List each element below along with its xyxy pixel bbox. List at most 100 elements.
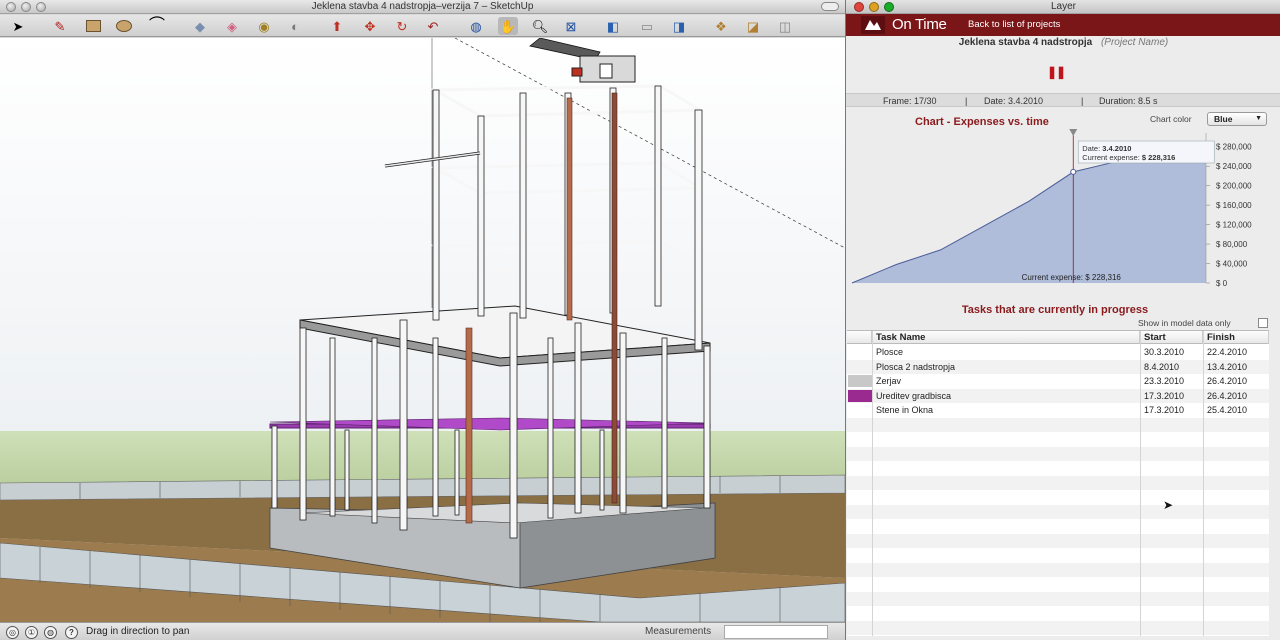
components-icon[interactable]: ❖	[711, 17, 731, 35]
table-row[interactable]	[847, 519, 1269, 534]
table-row[interactable]	[847, 620, 1269, 635]
move-tool-icon[interactable]: ✥	[360, 17, 380, 35]
task-name-cell: Stene in Okna	[876, 405, 934, 415]
task-color-swatch	[848, 404, 872, 416]
table-row[interactable]	[847, 591, 1269, 606]
zoom-extents-tool-icon[interactable]: ⊠	[561, 17, 581, 35]
current-point	[1070, 168, 1077, 175]
column-divider	[872, 331, 873, 636]
color-column-header[interactable]	[847, 331, 872, 344]
app-name: On Time	[892, 16, 947, 33]
table-row[interactable]: Plosca 2 nadstropja 8.4.2010 13.4.2010	[847, 359, 1269, 374]
circle-tool-icon[interactable]	[114, 17, 134, 35]
chevron-down-icon: ▼	[1255, 115, 1262, 122]
layer-window-title: Layer	[1050, 1, 1076, 12]
separator: |	[1081, 96, 1084, 106]
tasks-table: Plosce 30.3.2010 22.4.2010 Plosca 2 nadstro…	[847, 330, 1269, 636]
table-row[interactable]	[847, 432, 1269, 447]
finish-header[interactable]: Finish	[1203, 331, 1269, 344]
table-row[interactable]	[847, 475, 1269, 490]
window-title: Jeklena stavba 4 nadstropja–verzija 7 – …	[311, 1, 534, 12]
zoom-tool-icon[interactable]: 🔍︎	[530, 17, 550, 35]
table-row[interactable]	[847, 446, 1269, 461]
y-tick-label: $ 280,000	[1216, 143, 1252, 152]
table-row[interactable]	[847, 606, 1269, 621]
table-row[interactable]	[847, 461, 1269, 476]
table-row[interactable]	[847, 533, 1269, 548]
table-row[interactable]: Ureditev gradbisca 17.3.2010 26.4.2010	[847, 388, 1269, 403]
chart-color-select[interactable]: Blue ▼	[1207, 112, 1267, 126]
layer-window: Layer On Time Back to list of projects J…	[845, 0, 1280, 640]
pencil-tool-icon[interactable]: ✎	[50, 17, 70, 35]
status-text: Drag in direction to pan	[86, 626, 190, 637]
start-header[interactable]: Start	[1140, 331, 1203, 344]
user-icon[interactable]: ◍	[44, 626, 57, 639]
rectangle-tool-icon[interactable]	[83, 17, 103, 35]
sketchup-toolbar: ➤ ✎ ⌒ ◆ ◈ ◉ ◐ ⬆ ✥ ↻ ↶ ◍ ✋ 🔍︎ ⊠ ◧ ▭ ◨ ❖ ◪…	[0, 15, 845, 37]
toolbar-toggle-button[interactable]	[821, 2, 839, 11]
select-tool-icon[interactable]: ➤	[8, 17, 28, 35]
table-row[interactable]	[847, 562, 1269, 577]
help-icon[interactable]: ?	[65, 626, 78, 639]
table-row[interactable]	[847, 417, 1269, 432]
table-row[interactable]	[847, 577, 1269, 592]
expenses-chart-svg: $ 280,000 $ 240,000 $ 200,000 $ 160,000 $ 12…	[851, 129, 1252, 288]
current-expense-label: Current expense: $ 228,316	[1022, 273, 1122, 282]
measurements-input[interactable]	[724, 625, 828, 639]
task-color-swatch	[848, 361, 872, 373]
y-tick-label: $ 80,000	[1216, 240, 1248, 249]
tooltip-expense: Current expense: $ 228,316	[1082, 153, 1175, 162]
task-name-cell: Plosca 2 nadstropja	[876, 361, 956, 372]
followme-tool-icon[interactable]: ↶	[423, 17, 443, 35]
show-model-checkbox[interactable]	[1258, 318, 1268, 328]
back-to-projects-link[interactable]: Back to list of projects	[968, 19, 1060, 30]
table-row[interactable]	[847, 504, 1269, 519]
y-tick-label: $ 120,000	[1216, 221, 1252, 230]
orbit-tool-icon[interactable]: ◍	[466, 17, 486, 35]
project-name-row: Jeklena stavba 4 nadstropja (Project Nam…	[846, 37, 1280, 48]
task-start-cell: 17.3.2010	[1144, 405, 1185, 415]
playback-info-bar: Frame: 17/30 | Date: 3.4.2010 | Duration…	[846, 93, 1280, 107]
table-row[interactable]: Stene in Okna 17.3.2010 25.4.2010	[847, 403, 1269, 418]
task-name-header[interactable]: Task Name	[872, 331, 1140, 344]
ontime-logo-icon	[861, 16, 885, 34]
marker-handle-icon[interactable]	[1069, 129, 1078, 136]
protractor-tool-icon[interactable]: ◐	[285, 17, 305, 35]
geolocation-icon[interactable]: ◎	[6, 626, 19, 639]
next-view-icon[interactable]: ▭	[637, 17, 657, 35]
project-name-caption: (Project Name)	[1100, 37, 1169, 48]
task-name-cell: Plosce	[876, 347, 904, 357]
separator: |	[965, 96, 968, 106]
task-start-cell: 23.3.2010	[1144, 376, 1185, 386]
previous-view-icon[interactable]: ◧	[603, 17, 623, 35]
pan-tool-icon[interactable]: ✋	[498, 17, 518, 35]
warehouse-icon[interactable]: ◪	[743, 17, 763, 35]
model-viewport[interactable]	[0, 38, 845, 622]
statusbar: ◎ ① ◍ ? Drag in direction to pan Measure…	[0, 622, 845, 640]
eraser-tool-icon[interactable]: ◆	[190, 17, 210, 35]
expenses-chart: $ 280,000 $ 240,000 $ 200,000 $ 160,000 $ 12…	[849, 109, 1278, 289]
pause-button[interactable]: ❚❚	[1046, 62, 1066, 82]
paint-tool-icon[interactable]: ◈	[222, 17, 242, 35]
table-row[interactable]: Zerjav 23.3.2010 26.4.2010	[847, 374, 1269, 389]
sketchup-titlebar: Jeklena stavba 4 nadstropja–verzija 7 – …	[0, 0, 845, 14]
task-finish-cell: 22.4.2010	[1207, 347, 1248, 357]
credits-icon[interactable]: ①	[25, 626, 38, 639]
measurements-label: Measurements	[645, 626, 712, 637]
pushpull-tool-icon[interactable]: ⬆	[327, 17, 347, 35]
y-tick-label: $ 0	[1216, 279, 1228, 288]
task-start-cell: 30.3.2010	[1144, 347, 1185, 357]
walk-tool-icon[interactable]: ◨	[669, 17, 689, 35]
task-finish-cell: 26.4.2010	[1207, 376, 1248, 386]
column-divider	[1140, 331, 1141, 636]
arc-tool-icon[interactable]: ⌒	[147, 17, 167, 35]
y-tick-label: $ 40,000	[1216, 260, 1248, 269]
table-row[interactable]: Plosce 30.3.2010 22.4.2010	[847, 345, 1269, 360]
table-row[interactable]	[847, 548, 1269, 563]
tooltip-date: Date: 3.4.2010	[1082, 144, 1131, 153]
task-color-swatch	[848, 375, 872, 387]
share-model-icon[interactable]: ◫	[775, 17, 795, 35]
table-row[interactable]	[847, 490, 1269, 505]
tape-tool-icon[interactable]: ◉	[254, 17, 274, 35]
rotate-tool-icon[interactable]: ↻	[392, 17, 412, 35]
